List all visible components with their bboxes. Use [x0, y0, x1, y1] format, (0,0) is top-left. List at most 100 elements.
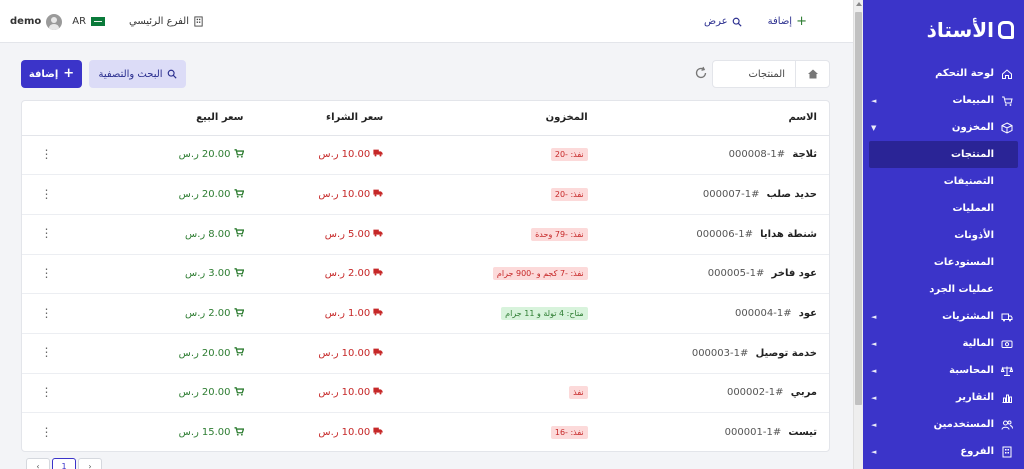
pagination-page[interactable]: 1: [52, 458, 76, 469]
product-name[interactable]: عود فاخر: [772, 268, 817, 279]
top-bar-left: demo AR الفرع الرئيسي: [10, 0, 204, 43]
sidebar-item-finance[interactable]: المالية ◄: [863, 330, 1024, 357]
sidebar-item-sales[interactable]: المبيعات ◄: [863, 87, 1024, 114]
search-icon: [732, 17, 742, 27]
sidebar-item-label: المالية: [962, 338, 994, 349]
branch-selector[interactable]: الفرع الرئيسي: [129, 16, 204, 27]
building-icon: [1000, 445, 1014, 459]
buy-price: 1.00 ر.س: [325, 308, 383, 319]
buy-price-value: 10.00: [341, 189, 371, 201]
column-header-buy-price[interactable]: سعر الشراء: [255, 101, 396, 136]
more-vertical-icon[interactable]: ⋮: [40, 226, 52, 240]
truck-icon: [373, 149, 383, 160]
table-row[interactable]: خدمة توصيل #1-000003 10.00 ر.س 20.00 ر.س…: [22, 333, 829, 374]
sidebar-item-accounting[interactable]: المحاسبة ◄: [863, 357, 1024, 384]
more-vertical-icon[interactable]: ⋮: [40, 385, 52, 399]
chart-icon: [1000, 391, 1014, 405]
plus-icon: +: [796, 13, 807, 29]
view-button[interactable]: عرض: [704, 16, 742, 27]
cart-icon: [234, 149, 244, 161]
pagination-prev[interactable]: ‹: [26, 458, 50, 469]
product-name[interactable]: مربي: [791, 387, 817, 398]
product-name[interactable]: تيست: [788, 427, 817, 438]
cell-name: تيست #1-000001: [599, 412, 829, 451]
more-vertical-icon[interactable]: ⋮: [40, 306, 52, 320]
breadcrumb-home[interactable]: [795, 61, 829, 87]
page-scrollbar[interactable]: [853, 0, 863, 469]
table-row[interactable]: عود فاخر #1-000005 نفذ: -7 كجم و -900 جر…: [22, 254, 829, 295]
cell-name: مربي #1-000002: [599, 373, 829, 414]
sidebar-item-dashboard[interactable]: لوحة التحكم: [863, 60, 1024, 87]
cell-actions: ⋮: [22, 254, 71, 295]
table-row[interactable]: عود #1-000004 متاح: 4 تولة و 11 جرام 1.0…: [22, 293, 829, 334]
column-header-sell-price[interactable]: سعر البيع: [70, 101, 256, 136]
more-vertical-icon[interactable]: ⋮: [40, 345, 52, 359]
table-row[interactable]: ثلاجة #1-000008 نفذ: -20 10.00 ر.س 20.00…: [22, 135, 829, 176]
more-vertical-icon[interactable]: ⋮: [40, 187, 52, 201]
column-header-stock[interactable]: المخزون: [395, 101, 600, 136]
sidebar-item-branches[interactable]: الفروع ◄: [863, 438, 1024, 465]
product-name[interactable]: ثلاجة: [792, 149, 817, 160]
sidebar-subitem-warehouses[interactable]: المستودعات: [863, 249, 1024, 276]
truck-icon: [373, 427, 383, 438]
cell-sell-price: 2.00 ر.س: [70, 293, 256, 334]
product-name[interactable]: عود: [799, 308, 817, 319]
caret-left-icon: ◄: [871, 447, 877, 456]
scroll-thumb[interactable]: [855, 12, 862, 405]
sidebar-item-label: التقارير: [956, 392, 994, 403]
cell-actions: ⋮: [22, 412, 71, 451]
more-vertical-icon[interactable]: ⋮: [40, 147, 52, 161]
sell-price-value: 2.00: [208, 308, 231, 320]
user-menu[interactable]: demo: [10, 13, 63, 30]
column-header-name[interactable]: الاسم: [599, 101, 829, 136]
table-row[interactable]: مربي #1-000002 نفذ 10.00 ر.س 20.00 ر.س ⋮: [22, 373, 829, 414]
sidebar-item-inventory[interactable]: المخزون ▼: [863, 114, 1024, 141]
sell-price-value: 20.00: [201, 149, 231, 161]
stock-badge: نفذ: -20: [550, 148, 588, 162]
sell-price: 2.00 ر.س: [185, 307, 244, 320]
sidebar-item-reports[interactable]: التقارير ◄: [863, 384, 1024, 411]
saudi-flag-icon: [91, 17, 106, 26]
product-name[interactable]: شنطة هدايا: [760, 229, 817, 240]
table-row[interactable]: تيست #1-000001 نفذ: -16 10.00 ر.س 15.00 …: [22, 412, 829, 451]
sidebar-subitem-products[interactable]: المنتجات: [869, 141, 1018, 168]
product-name[interactable]: حديد صلب: [767, 189, 817, 200]
sidebar-item-label: المشتريات: [942, 311, 994, 322]
sidebar-subitem-categories[interactable]: التصنيفات: [863, 168, 1024, 195]
sidebar-subitem-stocktaking[interactable]: عمليات الجرد: [863, 276, 1024, 303]
scroll-up-arrow-icon[interactable]: [856, 2, 862, 6]
quick-add-button[interactable]: إضافة +: [768, 13, 807, 29]
more-vertical-icon[interactable]: ⋮: [40, 425, 52, 439]
cell-actions: ⋮: [22, 214, 71, 255]
buy-price-value: 1.00: [348, 308, 371, 320]
sell-price: 20.00 ر.س: [178, 188, 244, 201]
buy-price: 10.00 ر.س: [318, 149, 383, 160]
sidebar-item-label: المستخدمين: [933, 419, 994, 430]
stock-badge: نفذ: -7 كجم و -900 جرام: [492, 267, 588, 281]
currency-label: ر.س: [318, 149, 339, 161]
language-switcher[interactable]: AR: [72, 16, 106, 27]
pagination-next[interactable]: ›: [78, 458, 102, 469]
cell-sell-price: 20.00 ر.س: [70, 135, 256, 176]
table-row[interactable]: حديد صلب #1-000007 نفذ: -20 10.00 ر.س 20…: [22, 174, 829, 215]
sidebar-subitem-permits[interactable]: الأذونات: [863, 222, 1024, 249]
app-logo[interactable]: الأستاذ: [863, 0, 1024, 60]
table-row[interactable]: شنطة هدايا #1-000006 نفذ: -79 وحدة 5.00 …: [22, 214, 829, 255]
cell-actions: ⋮: [22, 174, 71, 215]
cell-name: ثلاجة #1-000008: [599, 135, 829, 176]
cell-actions: ⋮: [22, 135, 71, 176]
sidebar-item-label: الفروع: [960, 446, 994, 457]
breadcrumb: المنتجات: [712, 60, 830, 88]
cell-buy-price: 5.00 ر.س: [255, 214, 396, 255]
more-vertical-icon[interactable]: ⋮: [40, 266, 52, 280]
search-filter-button[interactable]: البحث والتصفية: [89, 60, 186, 88]
sidebar-subitem-operations[interactable]: العمليات: [863, 195, 1024, 222]
product-name[interactable]: خدمة توصيل: [756, 348, 817, 359]
currency-label: ر.س: [178, 189, 199, 201]
sidebar-item-users[interactable]: المستخدمين ◄: [863, 411, 1024, 438]
refresh-icon[interactable]: [694, 66, 708, 80]
product-code: #1-000005: [707, 268, 765, 280]
add-product-button[interactable]: + إضافة: [21, 60, 82, 88]
sidebar-item-purchases[interactable]: المشتريات ◄: [863, 303, 1024, 330]
currency-label: ر.س: [324, 268, 346, 280]
